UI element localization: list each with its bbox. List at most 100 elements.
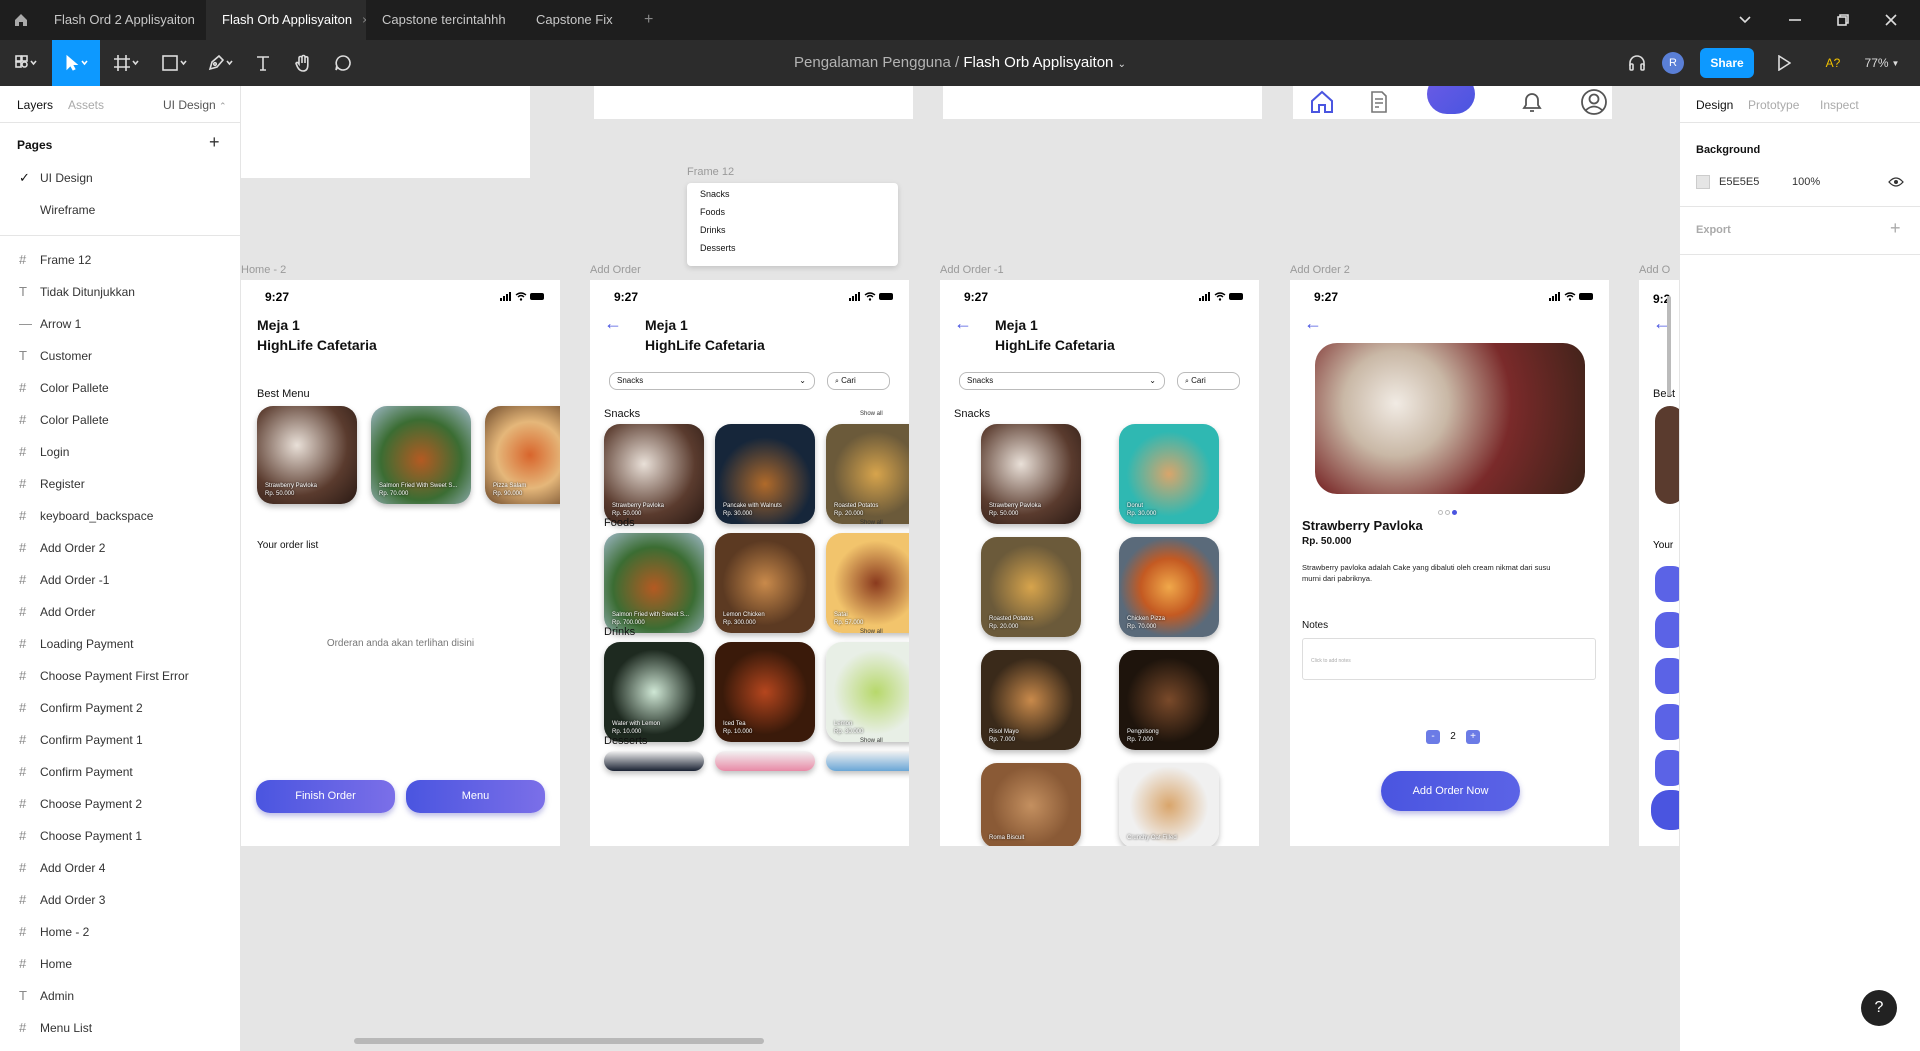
layer-item[interactable]: T Customer [0,340,240,372]
hand-tool-icon[interactable] [288,40,318,86]
dropdown-option[interactable]: Snacks [700,189,730,199]
layer-item[interactable]: # Add Order 3 [0,884,240,916]
layer-item[interactable]: # Confirm Payment [0,756,240,788]
order-item-partial[interactable] [1655,612,1679,648]
frame-add-order-1[interactable]: 9:27 ← Meja 1 HighLife Cafetaria Snacks ⌄… [940,280,1259,846]
order-item-partial[interactable] [1655,750,1679,786]
tab-capstone-tercintahhh[interactable]: Capstone tercintahhh [366,0,518,40]
show-all-link[interactable]: Show all [860,411,883,417]
page-select[interactable]: UI Design ⌃ [163,98,227,112]
menu-card[interactable]: Strawberry Pavloka Rp. 50.000 [981,424,1081,524]
layer-item[interactable]: — Arrow 1 [0,308,240,340]
menu-card[interactable]: Strawberry Pavloka Rp. 50.000 [604,424,704,524]
button-partial[interactable] [1651,790,1679,830]
add-export-icon[interactable]: + [1890,218,1901,239]
rectangle-tool-icon[interactable] [154,40,194,86]
notes-input[interactable]: Click to add notes [1302,638,1596,680]
menu-card[interactable]: Satai Rp. 57.000 [826,533,909,633]
text-tool-icon[interactable] [248,40,278,86]
tab-inspect[interactable]: Inspect [1820,98,1859,112]
menu-card[interactable]: Lemon Chicken Rp. 300.000 [715,533,815,633]
dropdown-option[interactable]: Desserts [700,243,736,253]
accessibility-badge[interactable]: A? [1818,40,1848,86]
home-icon[interactable] [8,0,34,40]
frame-add-order[interactable]: 9:27 ← Meja 1 HighLife Cafetaria Snacks ⌄… [590,280,909,846]
menu-card[interactable]: Chicken Pizza Rp. 70.000 [1119,537,1219,637]
tab-layers[interactable]: Layers [17,98,53,112]
document-icon[interactable] [1367,90,1391,114]
close-window-icon[interactable] [1876,0,1906,40]
canvas[interactable]: Frame 12 Snacks Foods Drinks Desserts Ho… [241,86,1679,1051]
eye-icon[interactable] [1888,176,1904,188]
finish-order-button[interactable]: Finish Order [256,780,395,813]
layer-item[interactable]: # Login [0,436,240,468]
back-arrow-icon[interactable]: ← [604,314,622,332]
chevron-down-icon[interactable]: ⌄ [1118,59,1126,70]
new-tab-button[interactable]: + [628,0,669,40]
minimize-icon[interactable] [1780,0,1810,40]
layer-item[interactable]: # Choose Payment First Error [0,660,240,692]
frame-partial-top-3[interactable] [943,86,1262,119]
menu-card[interactable] [604,751,704,771]
tab-prototype[interactable]: Prototype [1748,98,1799,112]
layer-item[interactable]: T Admin [0,980,240,1012]
tab-flash-orb-active[interactable]: Flash Orb Applisyaiton × [206,0,366,40]
layer-item[interactable]: # Loading Payment [0,628,240,660]
move-tool-icon[interactable] [52,40,100,86]
menu-card[interactable]: Iced Tea Rp. 10.000 [715,642,815,742]
menu-card[interactable]: Water with Lemon Rp. 10.000 [604,642,704,742]
menu-card[interactable]: Roma Biscuit [981,763,1081,846]
add-page-icon[interactable]: + [209,132,220,153]
layer-item[interactable]: # Choose Payment 1 [0,820,240,852]
decrease-button[interactable]: - [1426,730,1440,744]
menu-card[interactable]: Crunchy Oat Filled [1119,763,1219,846]
increase-button[interactable]: + [1466,730,1480,744]
color-swatch[interactable] [1696,175,1710,189]
layer-item[interactable]: # Color Pallete [0,372,240,404]
background-hex-input[interactable]: E5E5E5 [1719,176,1759,188]
order-item-partial[interactable] [1655,658,1679,694]
tab-design[interactable]: Design [1696,98,1733,112]
profile-icon[interactable] [1580,88,1608,116]
menu-card[interactable]: Donut Rp. 30.000 [1119,424,1219,524]
menu-card[interactable]: Pizza Salam Rp. 90.000 [485,406,560,504]
layer-item[interactable]: # Frame 12 [0,244,240,276]
scan-button[interactable] [1427,86,1475,114]
layer-item[interactable]: # Add Order 4 [0,852,240,884]
page-item-ui-design[interactable]: ✓ UI Design [0,162,240,194]
share-button[interactable]: Share [1700,40,1754,86]
menu-card[interactable]: Roasted Potatos Rp. 20.000 [981,537,1081,637]
menu-card[interactable] [826,751,909,771]
menu-card[interactable]: Salmon Fried With Sweet S... Rp. 70.000 [371,406,471,504]
help-button[interactable]: ? [1861,990,1897,1026]
menu-card[interactable]: Pengolsong Rp. 7.000 [1119,650,1219,750]
bell-icon[interactable] [1520,89,1544,115]
layer-item[interactable]: # keyboard_backspace [0,500,240,532]
play-icon[interactable] [1770,40,1798,86]
category-dropdown[interactable]: Snacks ⌄ [959,372,1165,390]
layer-item[interactable]: # Add Order 2 [0,532,240,564]
home-icon[interactable] [1309,89,1335,115]
menu-card[interactable]: Roasted Potatos Rp. 20.000 [826,424,909,524]
frame-12-dropdown[interactable]: Snacks Foods Drinks Desserts [687,183,898,266]
menu-card[interactable]: Pancake with Walnuts Rp. 30.000 [715,424,815,524]
search-input[interactable]: ⌕ Cari [827,372,890,390]
frame-partial-navbar[interactable] [1293,86,1612,119]
restore-icon[interactable] [1828,0,1858,40]
menu-card-partial[interactable] [1655,406,1679,504]
layer-item[interactable]: # Add Order -1 [0,564,240,596]
order-item-partial[interactable] [1655,566,1679,602]
dropdown-option[interactable]: Foods [700,207,725,217]
comment-tool-icon[interactable] [328,40,358,86]
carousel-dots[interactable] [1438,502,1462,515]
layer-item[interactable]: # Choose Payment 2 [0,788,240,820]
breadcrumb-project[interactable]: Pengalaman Pengguna [794,54,951,71]
frame-tool-icon[interactable] [106,40,146,86]
frame-add-order-2[interactable]: 9:27 ← Strawberry Pavloka Rp. 50.000 Str… [1290,280,1609,846]
menu-card[interactable]: Risol Mayo Rp. 7.000 [981,650,1081,750]
main-menu-icon[interactable] [6,40,46,86]
layer-item[interactable]: # Confirm Payment 2 [0,692,240,724]
menu-card[interactable]: Strawberry Pavloka Rp. 50.000 [257,406,357,504]
menu-button[interactable]: Menu [406,780,545,813]
frame-partial-right[interactable]: 9:2 ← Best Your [1639,280,1679,846]
